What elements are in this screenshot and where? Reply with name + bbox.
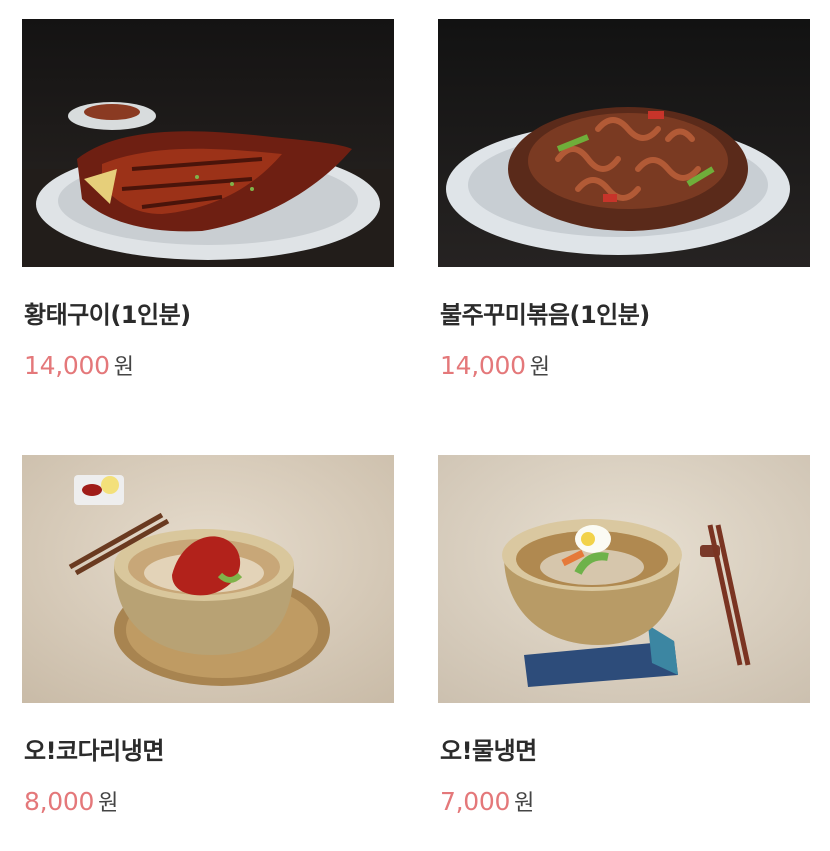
- grilled-pollock-photo[interactable]: [22, 19, 394, 267]
- menu-item-price: 14,000: [440, 351, 526, 380]
- menu-item-price-row: 7,000 원: [440, 785, 534, 817]
- currency-unit: 원: [529, 355, 550, 380]
- menu-item-price: 8,000: [24, 787, 95, 816]
- menu-item-price-row: 14,000 원: [24, 349, 134, 381]
- menu-item-price: 14,000: [24, 351, 110, 380]
- menu-item-name: 오!물냉면: [440, 737, 537, 765]
- menu-item-price: 7,000: [440, 787, 511, 816]
- cold-broth-noodles-photo[interactable]: [438, 455, 810, 703]
- menu-item-name: 오!코다리냉면: [24, 737, 164, 765]
- currency-unit: 원: [113, 355, 134, 380]
- menu-item-price-row: 8,000 원: [24, 785, 118, 817]
- menu-item-price-row: 14,000 원: [440, 349, 550, 381]
- currency-unit: 원: [514, 791, 535, 816]
- menu-item-name: 불주꾸미볶음(1인분): [440, 301, 650, 329]
- stir-fried-webfoot-octopus-photo[interactable]: [438, 19, 810, 267]
- currency-unit: 원: [98, 791, 119, 816]
- menu-grid: 황태구이(1인분) 14,000 원 불주꾸미볶음(1인분) 14,000 원 …: [22, 19, 810, 839]
- spicy-cold-noodles-photo[interactable]: [22, 455, 394, 703]
- menu-item-name: 황태구이(1인분): [24, 301, 191, 329]
